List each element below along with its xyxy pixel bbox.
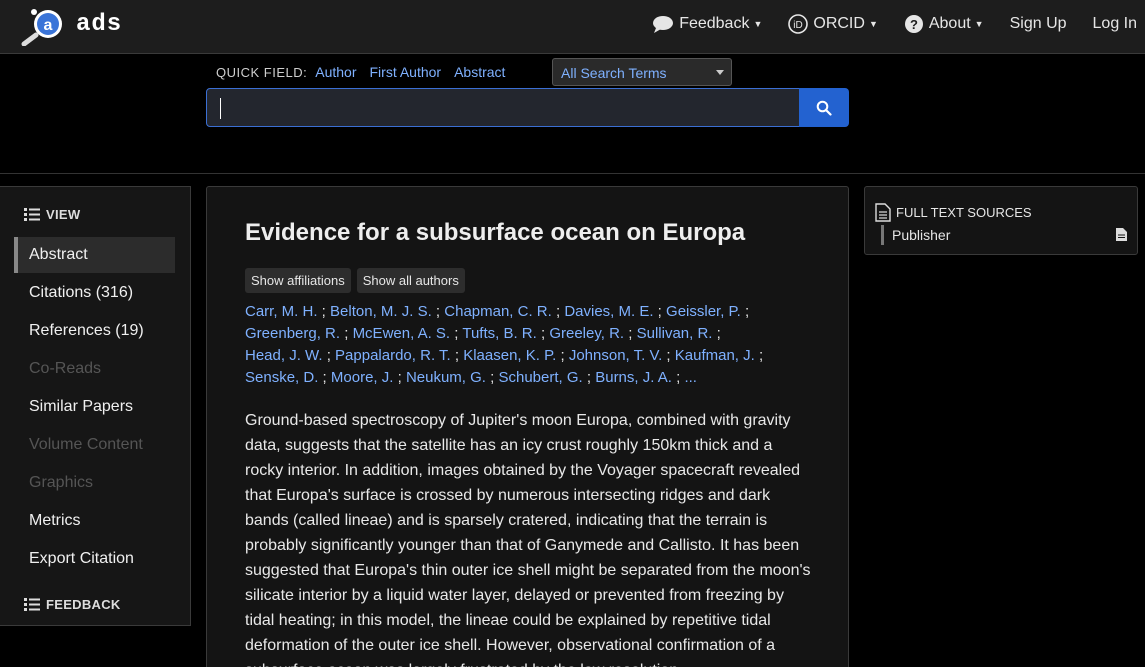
search-input[interactable] xyxy=(206,88,800,127)
list-icon xyxy=(24,598,40,611)
full-text-heading: FULL TEXT SOURCES xyxy=(875,203,1032,222)
author-link[interactable]: Klaasen, K. P. xyxy=(463,347,556,364)
show-affiliations-button[interactable]: Show affiliations xyxy=(245,268,351,293)
top-navbar: a ads Feedback ▼ iD ORCID ▼ ? About ▼ Si… xyxy=(0,0,1145,54)
chevron-down-icon: ▼ xyxy=(868,19,878,29)
author-link[interactable]: Geissler, P. xyxy=(666,303,741,320)
feedback-heading-label: FEEDBACK xyxy=(46,597,121,612)
author-link[interactable]: Pappalardo, R. T. xyxy=(335,347,451,364)
svg-text:iD: iD xyxy=(794,20,803,31)
orcid-menu[interactable]: iD ORCID ▼ xyxy=(788,14,878,34)
quick-field-bar: QUICK FIELD: Author First Author Abstrac… xyxy=(216,57,732,87)
author-link[interactable]: McEwen, A. S. xyxy=(353,325,451,342)
sidebar-item-metrics[interactable]: Metrics xyxy=(14,503,175,539)
search-terms-select[interactable]: All Search Terms xyxy=(552,58,732,86)
quick-field-author[interactable]: Author xyxy=(315,64,356,80)
feedback-label: Feedback xyxy=(679,15,750,32)
author-link[interactable]: Tufts, B. R. xyxy=(462,325,536,342)
author-list: Carr, M. H. ; Belton, M. J. S. ; Chapman… xyxy=(245,303,764,386)
full-text-heading-label: FULL TEXT SOURCES xyxy=(896,205,1032,220)
ads-logo[interactable]: a ads xyxy=(20,2,123,47)
caret-down-icon xyxy=(716,70,724,75)
log-in-link[interactable]: Log In xyxy=(1093,15,1137,33)
view-heading-label: VIEW xyxy=(46,207,81,222)
sidebar-item-references[interactable]: References (19) xyxy=(14,313,175,349)
publisher-label: Publisher xyxy=(892,227,951,243)
abstract-panel: Evidence for a subsurface ocean on Europ… xyxy=(206,186,849,667)
more-authors-link[interactable]: ... xyxy=(684,369,697,386)
svg-text:?: ? xyxy=(910,17,918,32)
header-divider xyxy=(0,173,1145,174)
chevron-down-icon: ▼ xyxy=(753,19,763,29)
author-link[interactable]: Kaufman, J. xyxy=(675,347,755,364)
orcid-icon: iD xyxy=(788,14,809,34)
svg-text:a: a xyxy=(44,17,53,34)
text-cursor xyxy=(220,98,221,119)
author-link[interactable]: Johnson, T. V. xyxy=(569,347,662,364)
author-link[interactable]: Senske, D. xyxy=(245,369,318,386)
sidebar-item-graphics: Graphics xyxy=(29,474,94,491)
show-all-authors-button[interactable]: Show all authors xyxy=(356,268,465,293)
abstract-text: Ground-based spectroscopy of Jupiter's m… xyxy=(245,412,811,667)
view-sidebar: VIEW Abstract Citations (316) References… xyxy=(0,186,191,626)
author-link[interactable]: Greeley, R. xyxy=(549,325,624,342)
sign-up-link[interactable]: Sign Up xyxy=(1010,15,1067,33)
author-link[interactable]: Schubert, G. xyxy=(498,369,582,386)
question-circle-icon: ? xyxy=(904,15,923,33)
comment-icon xyxy=(653,16,674,33)
orcid-label: ORCID xyxy=(813,15,865,32)
author-link[interactable]: Neukum, G. xyxy=(406,369,486,386)
author-link[interactable]: Sullivan, R. xyxy=(637,325,713,342)
search-icon xyxy=(816,100,832,116)
feedback-menu[interactable]: Feedback ▼ xyxy=(652,15,762,33)
sidebar-item-volume-content: Volume Content xyxy=(29,436,143,453)
author-link[interactable]: Moore, J. xyxy=(331,369,394,386)
author-link[interactable]: Head, J. W. xyxy=(245,347,323,364)
author-link[interactable]: Davies, M. E. xyxy=(564,303,653,320)
page-title: Evidence for a subsurface ocean on Europ… xyxy=(245,219,746,246)
author-link[interactable]: Belton, M. J. S. xyxy=(330,303,432,320)
sidebar-item-citations[interactable]: Citations (316) xyxy=(14,275,175,311)
chevron-down-icon: ▼ xyxy=(974,19,984,29)
sidebar-item-export-citation[interactable]: Export Citation xyxy=(14,541,175,577)
feedback-heading[interactable]: FEEDBACK xyxy=(24,597,121,612)
list-icon xyxy=(24,208,40,221)
quick-field-label: QUICK FIELD: xyxy=(216,64,308,80)
author-link[interactable]: Greenberg, R. xyxy=(245,325,340,342)
sidebar-item-co-reads: Co-Reads xyxy=(29,360,102,377)
view-heading: VIEW xyxy=(24,207,80,222)
about-label: About xyxy=(928,15,971,32)
document-icon xyxy=(875,203,891,222)
file-icon xyxy=(1116,228,1127,241)
search-terms-select-value: All Search Terms xyxy=(561,65,667,81)
full-text-sources-panel: FULL TEXT SOURCES Publisher xyxy=(864,186,1138,255)
sidebar-item-similar-papers[interactable]: Similar Papers xyxy=(14,389,175,425)
author-link[interactable]: Carr, M. H. xyxy=(245,303,318,320)
publisher-link[interactable]: Publisher xyxy=(881,225,1129,245)
quick-field-first-author[interactable]: First Author xyxy=(370,64,442,80)
quick-field-abstract[interactable]: Abstract xyxy=(454,64,505,80)
search-button[interactable] xyxy=(799,88,849,127)
logo-text: ads xyxy=(76,10,123,38)
author-link[interactable]: Chapman, C. R. xyxy=(444,303,552,320)
author-link[interactable]: Burns, J. A. xyxy=(595,369,672,386)
ads-logo-icon: a xyxy=(20,2,72,47)
sidebar-item-abstract[interactable]: Abstract xyxy=(14,237,175,273)
about-menu[interactable]: ? About ▼ xyxy=(904,14,984,34)
